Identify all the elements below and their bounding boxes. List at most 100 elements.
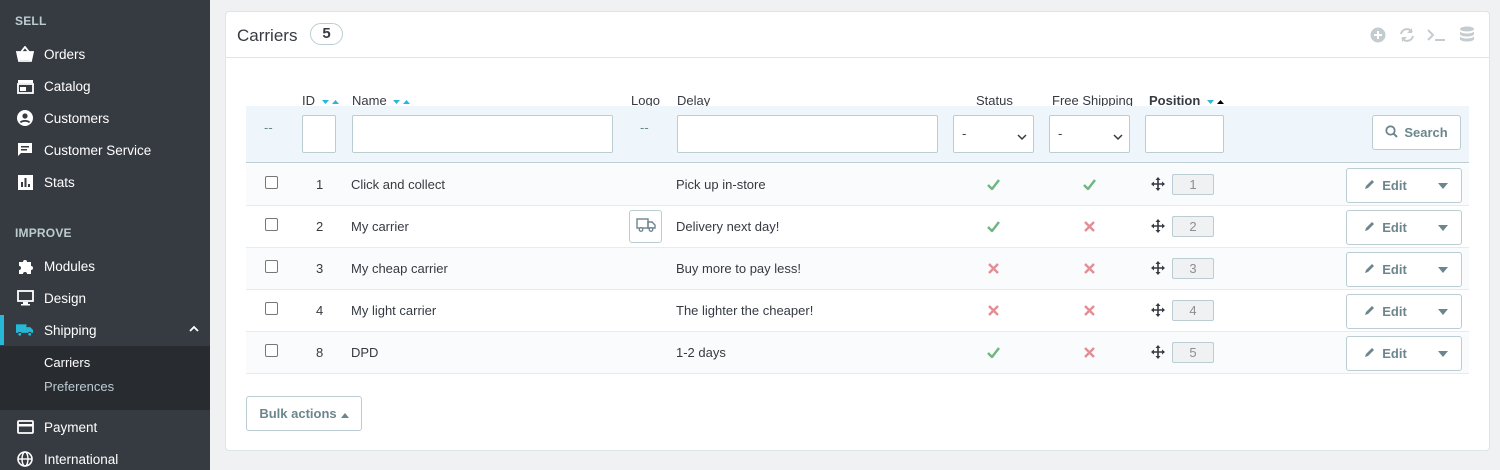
sidebar-item-payment[interactable]: Payment <box>0 412 210 442</box>
actions-dropdown-toggle[interactable] <box>1424 211 1461 244</box>
table-row: 4 My light carrier The lighter the cheap… <box>246 290 1469 332</box>
sidebar-item-international[interactable]: International <box>0 444 210 470</box>
sidebar-item-label: Stats <box>44 174 75 190</box>
edit-button[interactable]: Edit <box>1347 337 1425 370</box>
id-filter-dash: -- <box>264 120 273 135</box>
sidebar-item-label: Design <box>44 290 87 306</box>
logo-filter-dash: -- <box>640 120 649 135</box>
sidebar-item-catalog[interactable]: Catalog <box>0 71 210 101</box>
sidebar-item-design[interactable]: Design <box>0 283 210 313</box>
chevron-up-icon[interactable] <box>188 323 200 338</box>
delay-filter-input[interactable] <box>677 115 938 153</box>
add-icon[interactable] <box>1368 25 1388 45</box>
table-row: 3 My cheap carrier Buy more to pay less!… <box>246 248 1469 290</box>
actions-dropdown-toggle[interactable] <box>1424 337 1461 370</box>
row-actions: Edit <box>1346 168 1462 203</box>
row-id: 2 <box>316 219 324 234</box>
pencil-icon <box>1364 346 1376 361</box>
row-checkbox[interactable] <box>265 260 278 273</box>
check-icon[interactable] <box>987 346 1000 361</box>
row-delay: Buy more to pay less! <box>676 261 801 276</box>
search-button[interactable]: Search <box>1372 115 1461 150</box>
count-badge: 5 <box>310 23 343 45</box>
row-actions: Edit <box>1346 294 1462 329</box>
sidebar-item-modules[interactable]: Modules <box>0 251 210 281</box>
sidebar-subitem-preferences[interactable]: Preferences <box>44 379 114 394</box>
actions-dropdown-toggle[interactable] <box>1424 169 1461 202</box>
cross-icon <box>1084 304 1095 319</box>
check-icon[interactable] <box>987 220 1000 235</box>
row-checkbox[interactable] <box>265 302 278 315</box>
edit-button[interactable]: Edit <box>1347 169 1425 202</box>
free-shipping-filter-select[interactable]: - <box>1049 115 1130 153</box>
row-actions: Edit <box>1346 336 1462 371</box>
move-icon[interactable] <box>1151 261 1165 278</box>
row-actions: Edit <box>1346 252 1462 287</box>
row-checkbox[interactable] <box>265 218 278 231</box>
name-filter-input[interactable] <box>352 115 613 153</box>
credit-card-icon <box>16 418 34 436</box>
edit-button[interactable]: Edit <box>1347 295 1425 328</box>
table-row: 2 My carrier Delivery next day! 2 Edit <box>246 206 1469 248</box>
row-delay: Pick up in-store <box>676 177 766 192</box>
position-value: 5 <box>1172 342 1214 363</box>
row-delay: Delivery next day! <box>676 219 780 234</box>
row-name: My cheap carrier <box>351 261 448 276</box>
edit-button[interactable]: Edit <box>1347 211 1425 244</box>
bar-chart-icon <box>16 173 34 191</box>
panel-header: Carriers 5 <box>226 12 1489 58</box>
chat-icon <box>16 141 34 159</box>
cross-icon[interactable] <box>988 262 999 277</box>
position-filter-input[interactable] <box>1145 115 1224 153</box>
check-icon <box>1083 178 1096 193</box>
cross-icon <box>1084 262 1095 277</box>
sidebar-item-customers[interactable]: Customers <box>0 103 210 133</box>
carriers-panel: Carriers 5 ID Name Logo Delay Status Fre… <box>225 11 1490 451</box>
database-icon[interactable] <box>1457 25 1477 45</box>
store-icon <box>16 77 34 95</box>
cross-icon <box>1084 346 1095 361</box>
status-filter-select[interactable]: - <box>953 115 1034 153</box>
section-title-improve: IMPROVE <box>15 226 72 240</box>
pencil-icon <box>1364 220 1376 235</box>
move-icon[interactable] <box>1151 303 1165 320</box>
search-icon <box>1385 124 1399 141</box>
check-icon[interactable] <box>987 178 1000 193</box>
sidebar-item-label: Catalog <box>44 78 91 94</box>
active-indicator <box>0 315 4 345</box>
move-icon[interactable] <box>1151 219 1165 236</box>
move-icon[interactable] <box>1151 345 1165 362</box>
sidebar-item-shipping[interactable]: Shipping <box>0 315 210 345</box>
id-filter-input[interactable] <box>302 115 336 153</box>
refresh-icon[interactable] <box>1397 25 1417 45</box>
row-name: My carrier <box>351 219 409 234</box>
row-name: My light carrier <box>351 303 437 318</box>
sidebar-item-orders[interactable]: Orders <box>0 39 210 69</box>
row-id: 3 <box>316 261 324 276</box>
sidebar-item-stats[interactable]: Stats <box>0 167 210 197</box>
move-icon[interactable] <box>1151 177 1165 194</box>
actions-dropdown-toggle[interactable] <box>1424 295 1461 328</box>
cross-icon <box>1084 220 1095 235</box>
pencil-icon <box>1364 178 1376 193</box>
edit-button[interactable]: Edit <box>1347 253 1425 286</box>
row-checkbox[interactable] <box>265 344 278 357</box>
row-name: Click and collect <box>351 177 445 192</box>
bulk-actions-button[interactable]: Bulk actions <box>246 396 362 431</box>
sidebar-item-label: Shipping <box>44 322 97 338</box>
truck-icon <box>16 321 34 339</box>
sidebar-item-customer-service[interactable]: Customer Service <box>0 135 210 165</box>
terminal-icon[interactable] <box>1427 25 1447 45</box>
desktop-icon <box>16 289 34 307</box>
row-checkbox[interactable] <box>265 176 278 189</box>
row-actions: Edit <box>1346 210 1462 245</box>
shipping-submenu: Carriers Preferences <box>0 346 210 410</box>
table-row: 1 Click and collect Pick up in-store 1 E… <box>246 164 1469 206</box>
row-id: 8 <box>316 345 324 360</box>
cross-icon[interactable] <box>988 304 999 319</box>
sidebar-subitem-carriers[interactable]: Carriers <box>44 355 90 370</box>
carrier-logo <box>629 210 662 243</box>
actions-dropdown-toggle[interactable] <box>1424 253 1461 286</box>
truck-icon <box>635 218 656 235</box>
row-delay: 1-2 days <box>676 345 726 360</box>
